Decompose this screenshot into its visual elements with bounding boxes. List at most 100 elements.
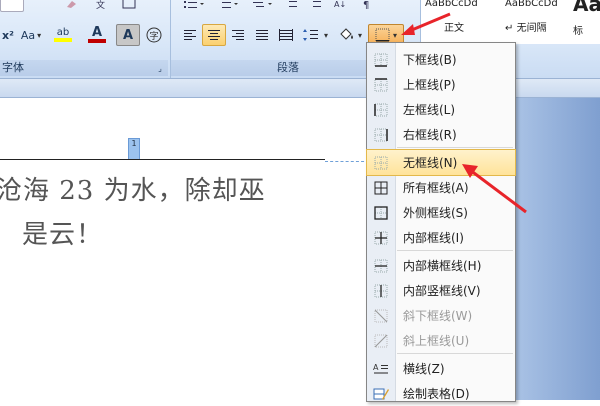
distributed-align-icon (279, 29, 293, 41)
menu-item-inside-horizontal-border[interactable]: 内部横框线(H) (367, 253, 515, 278)
enclose-char-button[interactable]: 字 (142, 24, 166, 46)
show-marks-button[interactable]: ¶ (356, 0, 378, 12)
decrease-indent-icon (289, 1, 297, 7)
multilevel-list-button[interactable] (246, 0, 278, 12)
chevron-down-icon: ▾ (37, 30, 42, 40)
style-no-spacing[interactable]: AaBbCcDd ↵ 无间隔 (505, 0, 569, 44)
font-color-button[interactable]: A (80, 24, 114, 46)
left-border-icon (367, 103, 395, 117)
change-case-button[interactable]: Aa ▾ (16, 24, 46, 46)
justify-icon (256, 30, 268, 40)
top-border-icon (367, 77, 395, 92)
inside-vertical-border-icon (367, 284, 395, 298)
diagonal-up-border-icon (367, 334, 395, 348)
menu-item-label: 上框线(P) (403, 78, 456, 92)
menu-item-left-border[interactable]: 左框线(L) (367, 97, 515, 122)
enclosed-char-icon: 字 (146, 27, 162, 43)
menu-item-label: 左框线(L) (403, 103, 456, 117)
menu-separator (397, 250, 513, 251)
menu-separator (397, 353, 513, 354)
font-dialog-launcher[interactable]: ⌟ (154, 61, 166, 75)
menu-item-diagonal-up-border[interactable]: 斜上框线(U) (367, 328, 515, 353)
menu-item-label: 绘制表格(D) (403, 387, 470, 401)
annotation-arrow-top (401, 12, 451, 35)
numbering-icon (222, 2, 238, 8)
menu-item-label: 内部框线(I) (403, 231, 464, 245)
text-highlight-button[interactable]: ab (46, 24, 80, 46)
horizontal-line-icon: A (367, 362, 395, 376)
all-borders-icon (367, 181, 395, 195)
clear-format-button[interactable] (60, 0, 82, 12)
char-border-button[interactable] (118, 0, 140, 12)
menu-item-horizontal-line[interactable]: A 横线(Z) (367, 356, 515, 381)
line-spacing-icon (302, 29, 318, 41)
style-heading[interactable]: Aa 标 (573, 0, 600, 44)
svg-text:¶: ¶ (363, 0, 369, 9)
font-size-dropdown[interactable] (0, 0, 24, 12)
font-color-label: A (91, 25, 103, 40)
superscript-label: x² (2, 28, 14, 42)
bullets-icon (184, 1, 204, 8)
distributed-button[interactable] (274, 24, 298, 46)
style-name: 标 (573, 26, 583, 37)
svg-text:A↓: A↓ (334, 0, 346, 9)
highlight-color-bar (54, 38, 72, 42)
align-center-button[interactable] (202, 24, 226, 46)
style-name: ↵ 无间隔 (505, 23, 547, 34)
no-border-icon (367, 156, 395, 170)
decrease-indent-button[interactable] (280, 0, 302, 12)
cursor-marker: 1 (128, 138, 140, 160)
chevron-down-icon: ▾ (357, 30, 362, 40)
char-shading-button[interactable]: A (116, 24, 140, 46)
align-left-button[interactable] (178, 24, 202, 46)
border-menu: 下框线(B) 上框线(P) 左框线(L) 右框线(R) 无框线(N) 所有框线(A) 外侧框… (366, 42, 516, 402)
menu-separator (397, 147, 513, 148)
change-case-label: Aa (20, 28, 36, 42)
style-preview: AaBbCcDd (425, 0, 478, 9)
menu-item-label: 横线(Z) (403, 362, 445, 376)
menu-item-inside-borders[interactable]: 内部框线(I) (367, 225, 515, 250)
svg-text:字: 字 (150, 30, 159, 42)
multilevel-list-icon (253, 2, 272, 7)
menu-item-label: 下框线(B) (403, 53, 457, 67)
justify-button[interactable] (250, 24, 274, 46)
border-icon (375, 28, 390, 42)
menu-item-label: 斜上框线(U) (403, 334, 470, 348)
align-right-button[interactable] (226, 24, 250, 46)
table-top-line (0, 159, 325, 160)
align-left-icon (184, 30, 196, 40)
svg-text:文: 文 (96, 0, 105, 9)
font-color-bar (88, 39, 106, 43)
eraser-icon (67, 1, 76, 8)
document-text-line-1[interactable]: 沧海 23 为水，除却巫 (0, 170, 266, 207)
menu-item-label: 内部横框线(H) (403, 259, 482, 273)
menu-item-diagonal-down-border[interactable]: 斜下框线(W) (367, 303, 515, 328)
menu-item-right-border[interactable]: 右框线(R) (367, 122, 515, 147)
menu-item-draw-table[interactable]: 绘制表格(D) (367, 381, 515, 406)
phonetic-button[interactable]: 文 (90, 0, 112, 12)
bullets-button[interactable] (178, 0, 210, 12)
numbering-button[interactable] (212, 0, 244, 12)
menu-item-top-border[interactable]: 上框线(P) (367, 72, 515, 97)
line-spacing-button[interactable]: ▾ (300, 24, 330, 46)
right-border-icon (367, 128, 395, 142)
sort-button[interactable]: A↓ (330, 0, 352, 12)
diagonal-down-border-icon (367, 309, 395, 323)
bottom-border-icon (367, 53, 395, 67)
style-preview: AaBbCcDd (505, 0, 558, 9)
menu-item-inside-vertical-border[interactable]: 内部竖框线(V) (367, 278, 515, 303)
menu-item-label: 斜下框线(W) (403, 309, 473, 323)
increase-indent-button[interactable] (304, 0, 326, 12)
draw-table-icon (367, 387, 395, 401)
increase-indent-icon (313, 1, 321, 7)
pilcrow-icon: ¶ (363, 0, 369, 9)
char-border-icon (122, 0, 136, 9)
annotation-arrow-menu (462, 164, 527, 214)
document-text-line-2[interactable]: 是云！ (22, 214, 103, 251)
align-center-icon (208, 30, 220, 40)
menu-item-label: 右框线(R) (403, 128, 457, 142)
char-shading-label: A (122, 27, 134, 43)
menu-item-bottom-border[interactable]: 下框线(B) (367, 47, 515, 72)
align-right-icon (232, 30, 244, 40)
shading-button[interactable]: ▾ (334, 24, 366, 46)
